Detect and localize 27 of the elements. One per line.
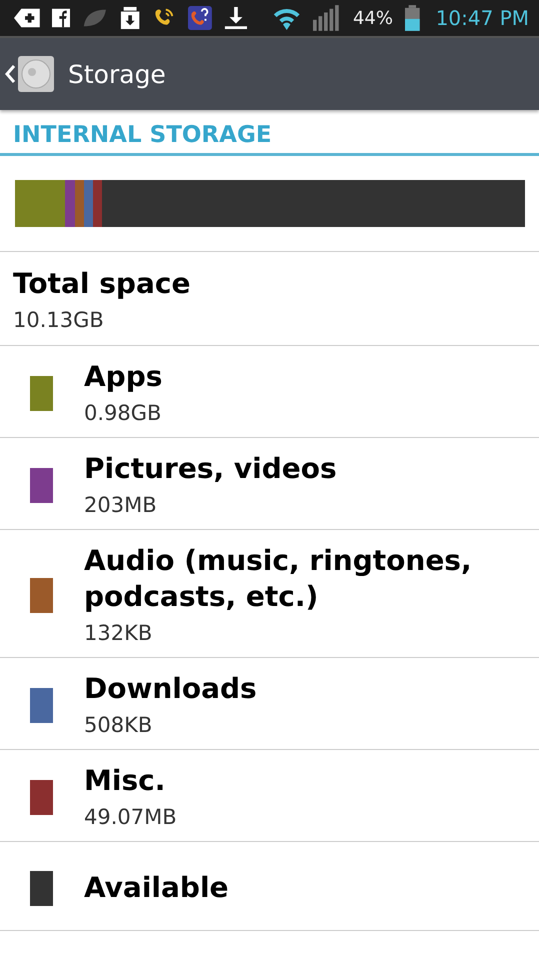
battery-icon <box>404 4 420 32</box>
category-label: Pictures, videos <box>84 451 337 487</box>
clock: 10:47 PM <box>436 6 530 30</box>
battery-percentage: 44% <box>352 8 393 28</box>
section-header: INTERNAL STORAGE <box>0 110 539 156</box>
add-tag-icon <box>14 7 40 29</box>
category-size: 49.07MB <box>84 804 177 831</box>
facebook-icon <box>52 8 70 28</box>
back-icon <box>5 65 15 83</box>
category-size: 132KB <box>84 620 154 647</box>
category-size: 508KB <box>84 712 154 739</box>
signal-icon <box>313 4 341 32</box>
total-space-label: Total space <box>13 266 192 302</box>
category-label: Misc. <box>84 763 166 799</box>
category-label: Downloads <box>84 671 257 707</box>
category-size: 0.98GB <box>84 400 162 427</box>
back-button[interactable] <box>5 56 54 92</box>
category-label: Available <box>84 870 229 906</box>
phone-help-icon <box>188 5 212 31</box>
download-box-icon <box>120 5 140 31</box>
download-icon <box>224 5 248 31</box>
leaf-icon <box>82 7 108 29</box>
screen-title: Storage <box>68 60 166 88</box>
category-label: Apps <box>84 359 162 395</box>
total-space-value: 10.13GB <box>13 307 105 334</box>
category-size: 203MB <box>84 492 158 519</box>
category-label: Audio (music, ringtones, podcasts, etc.) <box>84 543 473 615</box>
